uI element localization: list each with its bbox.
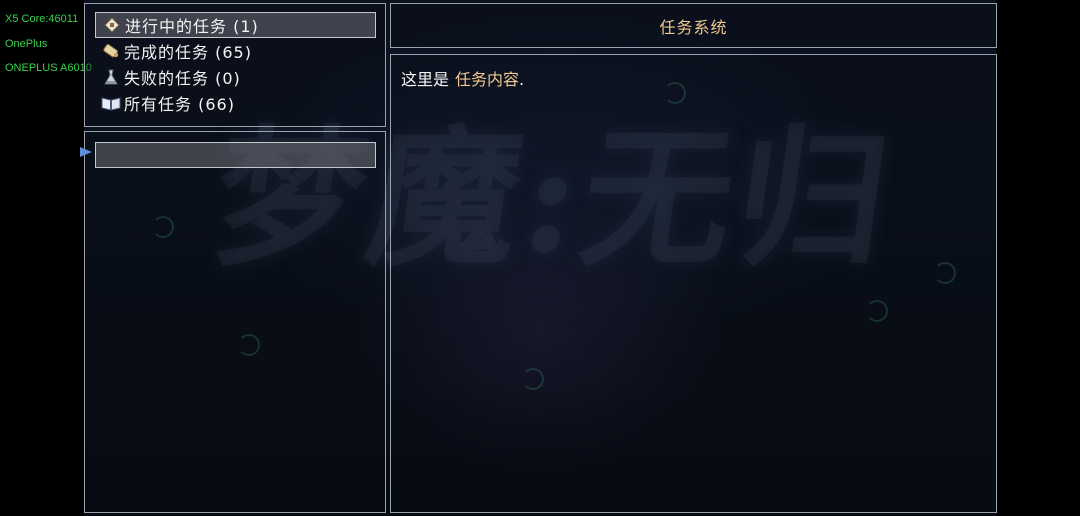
selection-pointer-icon bbox=[80, 147, 92, 157]
content-highlight: 任务内容 bbox=[455, 70, 520, 89]
content-prefix: 这里是 bbox=[401, 70, 450, 89]
book-icon bbox=[101, 93, 121, 113]
category-all[interactable]: 所有任务 (66) bbox=[95, 90, 376, 116]
content-suffix: . bbox=[519, 70, 525, 89]
diamond-scroll-icon bbox=[102, 15, 122, 35]
task-content-text: 这里是 任务内容. bbox=[401, 66, 524, 90]
category-label: 所有任务 (66) bbox=[124, 95, 235, 114]
device-brand-label: OnePlus bbox=[5, 38, 48, 50]
task-content-panel: 这里是 任务内容. bbox=[390, 54, 997, 513]
device-model-label: ONEPLUS A6010 bbox=[5, 62, 92, 74]
letterbox-right bbox=[996, 0, 1080, 516]
category-failed[interactable]: 失败的任务 (0) bbox=[95, 64, 376, 90]
task-system-header: 任务系统 bbox=[390, 3, 997, 48]
flask-icon bbox=[101, 67, 121, 87]
category-label: 进行中的任务 (1) bbox=[125, 17, 259, 36]
task-list-panel bbox=[84, 131, 386, 513]
task-category-panel: 进行中的任务 (1) 完成的任务 (65) 失败的任务 (0) 所有任务 (66… bbox=[84, 3, 386, 127]
category-label: 完成的任务 (65) bbox=[124, 43, 252, 62]
category-label: 失败的任务 (0) bbox=[124, 69, 241, 88]
task-list-item[interactable] bbox=[95, 142, 376, 168]
letterbox-left bbox=[0, 0, 84, 516]
scroll-icon bbox=[101, 41, 121, 61]
category-in-progress[interactable]: 进行中的任务 (1) bbox=[95, 12, 376, 38]
category-completed[interactable]: 完成的任务 (65) bbox=[95, 38, 376, 64]
page-title: 任务系统 bbox=[659, 17, 728, 37]
device-core-label: X5 Core:46011 bbox=[5, 13, 79, 25]
